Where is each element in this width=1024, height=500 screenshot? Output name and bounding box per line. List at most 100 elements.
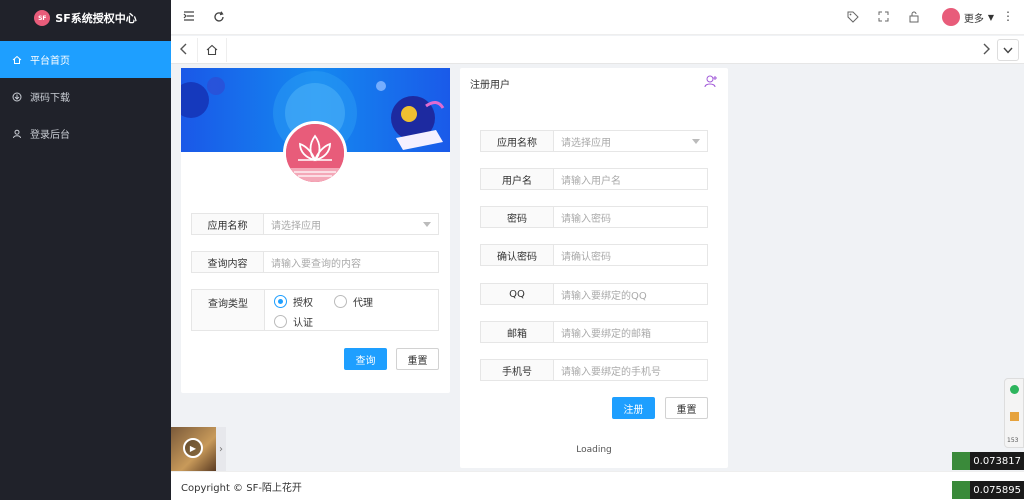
speed-widget-1: 0.073817 (952, 452, 1024, 470)
video-thumbnail[interactable]: ▶ (171, 427, 216, 471)
radio-unchecked-icon (274, 315, 287, 328)
app-select[interactable]: 请选择应用 (264, 213, 439, 235)
reg-phone-label: 手机号 (480, 359, 554, 381)
top-header: 更多 ▼ ⋮ (171, 0, 1024, 35)
reg-username-placeholder: 请输入用户名 (561, 175, 621, 187)
lotus-avatar (283, 121, 347, 185)
footer: Copyright © SF-陌上花开 (171, 471, 1024, 500)
app-select-row: 应用名称 请选择应用 (191, 213, 439, 235)
speed-icon (952, 481, 971, 499)
fullscreen-icon[interactable] (878, 11, 889, 25)
reg-phone-input[interactable]: 请输入要绑定的手机号 (554, 359, 708, 381)
loading-text: Loading (576, 445, 612, 455)
reg-username-row: 用户名 请输入用户名 (480, 168, 708, 190)
caret-down-icon (423, 222, 431, 227)
speed-widget-2: 0.075895 (952, 481, 1024, 499)
reg-app-row: 应用名称 请选择应用 (480, 130, 708, 152)
play-icon: ▶ (183, 438, 203, 458)
query-content-label: 查询内容 (191, 251, 264, 273)
tab-home[interactable] (197, 38, 227, 62)
refresh-icon[interactable] (213, 11, 225, 26)
radio-unchecked-icon (334, 295, 347, 308)
radio-auth[interactable]: 授权 (274, 294, 313, 309)
sidebar-item-login[interactable]: 登录后台 (0, 115, 171, 152)
radio-label: 认证 (293, 318, 313, 329)
query-reset-button[interactable]: 重置 (396, 348, 439, 370)
radio-label: 代理 (353, 298, 373, 309)
sidebar-item-download[interactable]: 源码下载 (0, 78, 171, 115)
register-reset-button[interactable]: 重置 (665, 397, 708, 419)
user-add-icon (704, 74, 718, 91)
download-icon (12, 92, 22, 102)
speed-icon (952, 452, 971, 470)
register-card: 注册用户 应用名称 请选择应用 用户名 请输入用户名 密码 请输入密码 确认密码… (460, 68, 728, 468)
speed-value: 0.073817 (970, 452, 1024, 470)
sidebar-item-label: 平台首页 (30, 56, 70, 67)
copyright-text: Copyright © SF-陌上花开 (181, 482, 302, 494)
reg-username-label: 用户名 (480, 168, 554, 190)
reg-password-label: 密码 (480, 206, 554, 228)
caret-down-icon: ▼ (987, 12, 994, 22)
tab-next-icon[interactable] (982, 43, 990, 58)
reg-email-input[interactable]: 请输入要绑定的邮箱 (554, 321, 708, 343)
radio-checked-icon (274, 295, 287, 308)
sidebar-item-home[interactable]: 平台首页 (0, 41, 171, 78)
caret-down-icon (692, 139, 700, 144)
sidebar: SF SF系统授权中心 平台首页 源码下载 登录后台 (0, 0, 171, 500)
reg-qq-input[interactable]: 请输入要绑定的QQ (554, 283, 708, 305)
reg-password-input[interactable]: 请输入密码 (554, 206, 708, 228)
radio-verify[interactable]: 认证 (274, 314, 313, 329)
reg-app-label: 应用名称 (480, 130, 554, 152)
app-select-placeholder: 请选择应用 (271, 220, 321, 232)
reg-qq-label: QQ (480, 283, 554, 305)
reg-phone-placeholder: 请输入要绑定的手机号 (561, 366, 661, 378)
chevron-down-icon (1003, 47, 1013, 54)
reg-confirm-row: 确认密码 请确认密码 (480, 244, 708, 266)
collapse-arrow-icon[interactable]: › (216, 427, 226, 471)
query-content-input[interactable]: 请输入要查询的内容 (264, 251, 439, 273)
reg-password-placeholder: 请输入密码 (561, 213, 611, 225)
kebab-menu-icon[interactable]: ⋮ (1002, 9, 1014, 23)
reg-app-select[interactable]: 请选择应用 (554, 130, 708, 152)
query-type-label: 查询类型 (191, 289, 265, 331)
side-tool-strip[interactable]: 153 (1004, 378, 1024, 448)
reg-username-input[interactable]: 请输入用户名 (554, 168, 708, 190)
reg-confirm-input[interactable]: 请确认密码 (554, 244, 708, 266)
radio-label: 授权 (293, 298, 313, 309)
tab-prev-icon[interactable] (180, 43, 188, 58)
lock-icon[interactable] (909, 11, 919, 26)
user-icon (12, 129, 22, 139)
reg-qq-placeholder: 请输入要绑定的QQ (561, 290, 647, 302)
app-title: SF系统授权中心 (55, 12, 137, 25)
user-avatar (941, 8, 960, 26)
query-card: 应用名称 请选择应用 查询内容 请输入要查询的内容 查询类型 授权 代理 认证 … (181, 68, 450, 393)
app-logo[interactable]: SF SF系统授权中心 (0, 0, 171, 36)
reg-qq-row: QQ 请输入要绑定的QQ (480, 283, 708, 305)
tab-dropdown-button[interactable] (997, 39, 1019, 61)
home-icon (12, 55, 22, 65)
sidebar-item-label: 登录后台 (30, 130, 70, 141)
query-content-row: 查询内容 请输入要查询的内容 (191, 251, 439, 273)
register-button[interactable]: 注册 (612, 397, 655, 419)
radio-agent[interactable]: 代理 (334, 294, 373, 309)
reg-confirm-placeholder: 请确认密码 (561, 251, 611, 263)
home-icon (206, 44, 218, 56)
tag-icon[interactable] (847, 11, 859, 26)
speed-value: 0.075895 (970, 481, 1024, 499)
app-select-label: 应用名称 (191, 213, 264, 235)
more-label: 更多 (963, 13, 984, 25)
tab-bar (171, 36, 1024, 64)
menu-toggle-icon[interactable] (183, 11, 195, 24)
badge-icon (1010, 412, 1019, 421)
more-menu[interactable]: 更多 ▼ (941, 8, 994, 26)
query-content-placeholder: 请输入要查询的内容 (271, 258, 361, 270)
reg-app-placeholder: 请选择应用 (561, 137, 611, 149)
reg-password-row: 密码 请输入密码 (480, 206, 708, 228)
query-button[interactable]: 查询 (344, 348, 387, 370)
reg-email-label: 邮箱 (480, 321, 554, 343)
check-icon (1010, 385, 1019, 394)
reg-confirm-label: 确认密码 (480, 244, 554, 266)
sidebar-item-label: 源码下载 (30, 93, 70, 104)
counter-text: 153 (1007, 437, 1019, 444)
register-title: 注册用户 (470, 80, 510, 91)
